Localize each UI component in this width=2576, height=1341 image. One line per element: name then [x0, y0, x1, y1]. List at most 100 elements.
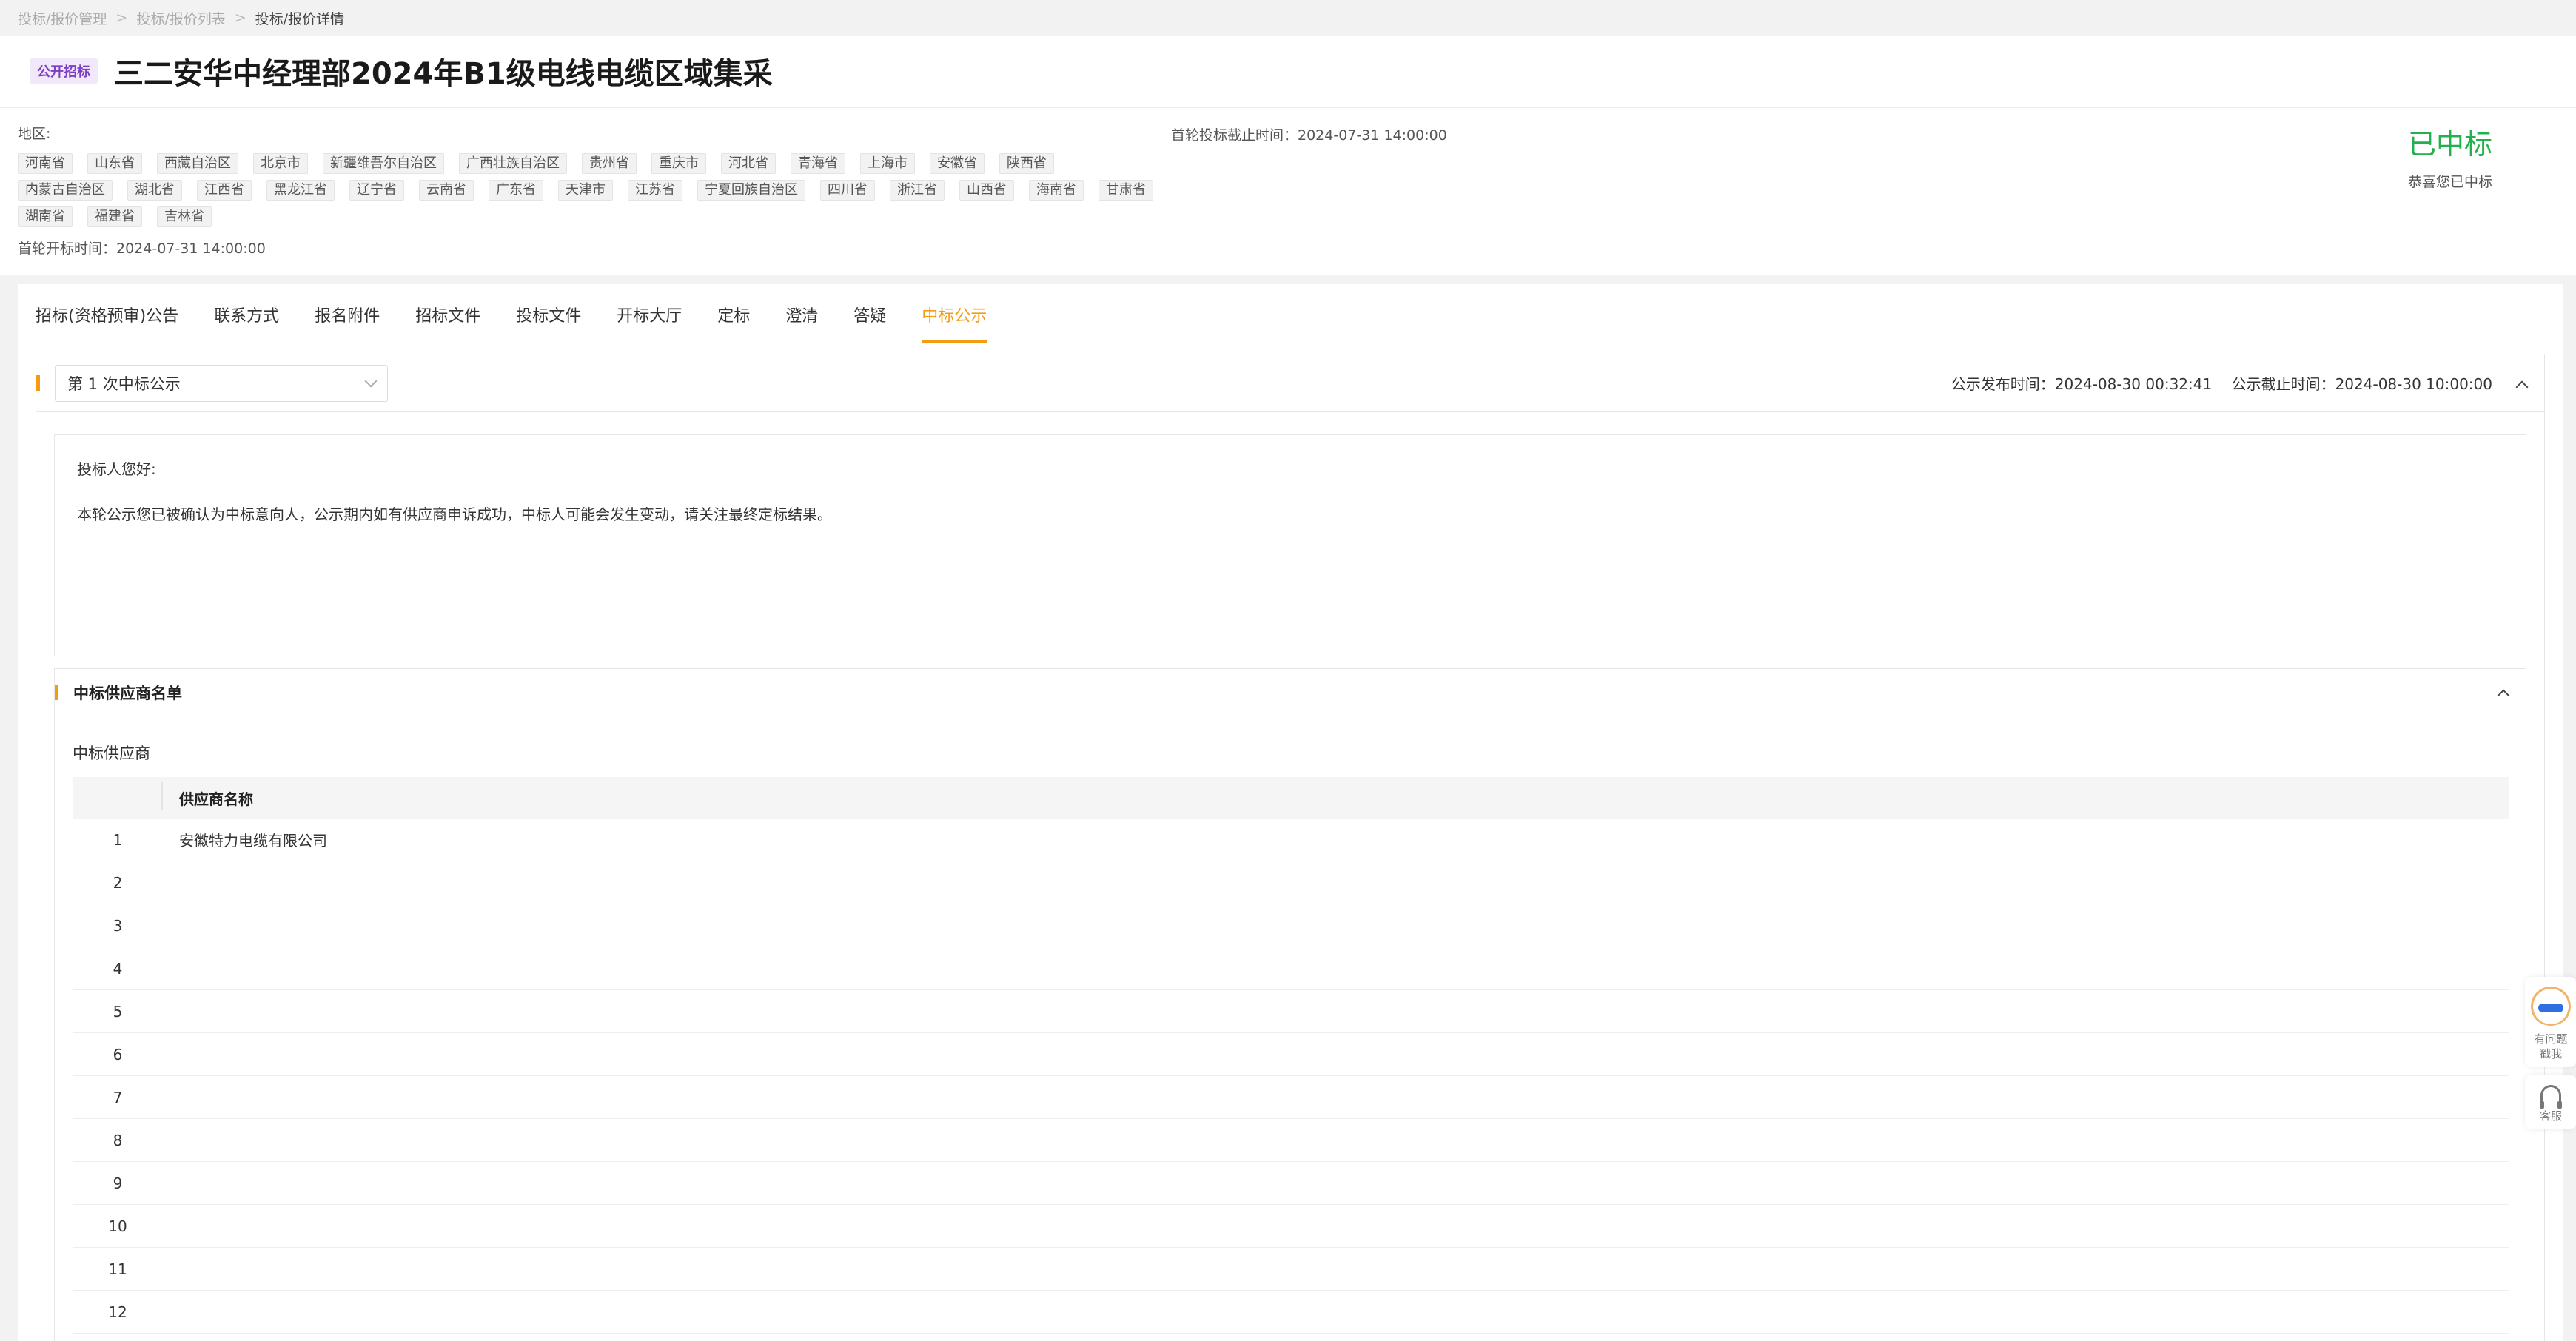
open-time: 首轮开标时间：2024-07-31 14:00:00 — [18, 241, 266, 257]
table-row: 7 — [73, 1076, 2509, 1119]
headset-icon — [2540, 1085, 2562, 1109]
tab-bar: 招标(资格预审)公告 联系方式 报名附件 招标文件 投标文件 开标大厅 定标 澄清 答疑 中标公示 — [18, 284, 2563, 343]
row-index: 10 — [108, 1217, 127, 1235]
breadcrumb-separator: > — [115, 10, 128, 26]
table-row: 1 安徽特力电缆有限公司 — [73, 819, 2509, 861]
notice-round-select[interactable]: 第 1 次中标公示 — [55, 364, 388, 402]
supplier-table: 供应商名称 1 安徽特力电缆有限公司 2 3 4 5 6 7 8 9 10 11 12 — [73, 777, 2509, 1334]
tab-3[interactable]: 招标文件 — [415, 303, 480, 343]
region-tag: 北京市 — [253, 153, 308, 174]
collapse-supplier-button[interactable] — [2497, 687, 2510, 702]
region-tag: 山东省 — [87, 153, 142, 174]
status-subtext: 恭喜您已中标 — [2407, 174, 2492, 190]
region-tag: 河北省 — [721, 153, 776, 174]
tab-4[interactable]: 投标文件 — [516, 303, 581, 343]
breadcrumb-item-manage[interactable]: 投标/报价管理 — [18, 8, 107, 28]
tab-8[interactable]: 答疑 — [853, 303, 886, 343]
region-tag: 青海省 — [791, 153, 845, 174]
bid-type-badge: 公开招标 — [30, 58, 98, 84]
notice-message: 投标人您好: 本轮公示您已被确认为中标意向人，公示期内如有供应商申诉成功，中标人… — [54, 434, 2526, 656]
region-tag: 宁夏回族自治区 — [697, 180, 805, 201]
region-tag: 上海市 — [860, 153, 915, 174]
award-notice-panel: 第 1 次中标公示 公示发布时间：2024-08-30 00:32:41 公示截… — [36, 354, 2545, 1341]
accent-bar — [55, 685, 58, 700]
row-index: 12 — [108, 1303, 127, 1321]
region-tag: 浙江省 — [890, 180, 945, 201]
region-tag: 新疆维吾尔自治区 — [323, 153, 444, 174]
bid-deadline: 首轮投标截止时间：2024-07-31 14:00:00 — [1171, 127, 1447, 144]
select-value: 第 1 次中标公示 — [67, 374, 181, 393]
table-row: 2 — [73, 861, 2509, 904]
feedback-widget[interactable]: 有问题 戳我 — [2525, 977, 2576, 1067]
project-info: 地区: 河南省 山东省 西藏自治区 北京市 新疆维吾尔自治区 广西壮族自治区 贵州省 重庆市河… — [0, 108, 2576, 275]
row-index: 8 — [113, 1131, 123, 1149]
region-tags: 河南省 山东省 西藏自治区 北京市 新疆维吾尔自治区 广西壮族自治区 贵州省 重庆市 河北省 青海… — [18, 153, 1158, 227]
region-tag: 安徽省 — [930, 153, 985, 174]
message-body: 本轮公示您已被确认为中标意向人，公示期内如有供应商申诉成功，中标人可能会发生变动… — [77, 505, 832, 523]
service-widget[interactable]: 客服 — [2525, 1075, 2576, 1129]
page-title: 三二安华中经理部2024年B1级电线电缆区域集采 — [114, 57, 773, 91]
breadcrumb-item-list[interactable]: 投标/报价列表 — [136, 8, 225, 28]
row-index: 4 — [113, 959, 123, 978]
table-body: 1 安徽特力电缆有限公司 2 3 4 5 6 7 8 9 10 11 12 — [73, 819, 2509, 1334]
region-tag: 江苏省 — [628, 180, 682, 201]
supplier-title: 中标供应商名单 — [73, 684, 182, 702]
table-row: 3 — [73, 904, 2509, 947]
supplier-panel: 中标供应商名单 中标供应商 供应商名称 1 安徽特力电缆有限公司 2 3 4 5 6 7 8 9 1… — [54, 668, 2526, 1341]
row-index: 1 — [113, 830, 123, 849]
breadcrumb-separator: > — [234, 10, 246, 26]
table-row: 4 — [73, 947, 2509, 990]
tab-1[interactable]: 联系方式 — [214, 303, 279, 343]
message-greeting: 投标人您好: — [77, 460, 156, 478]
region-tag: 福建省 — [87, 206, 142, 227]
service-label: 客服 — [2539, 1109, 2562, 1123]
row-index: 11 — [108, 1260, 127, 1278]
publish-times: 公示发布时间：2024-08-30 00:32:41 公示截止时间：2024-0… — [1936, 372, 2492, 394]
region-tag: 辽宁省 — [349, 180, 404, 201]
table-row: 9 — [73, 1162, 2509, 1205]
region-tag: 湖南省 — [18, 206, 73, 227]
tab-6[interactable]: 定标 — [717, 303, 750, 343]
header-index — [73, 782, 163, 810]
table-row: 8 — [73, 1119, 2509, 1162]
main-panel: 招标(资格预审)公告 联系方式 报名附件 招标文件 投标文件 开标大厅 定标 澄清 答疑 中标公示… — [18, 284, 2563, 1341]
breadcrumb: 投标/报价管理 > 投标/报价列表 > 投标/报价详情 — [0, 0, 2576, 36]
row-index: 9 — [113, 1174, 123, 1192]
table-row: 12 — [73, 1291, 2509, 1334]
table-row: 10 — [73, 1205, 2509, 1248]
region-tag: 海南省 — [1029, 180, 1084, 201]
table-row: 11 — [73, 1248, 2509, 1291]
region-tag: 内蒙古自治区 — [18, 180, 113, 201]
region-tag: 贵州省 — [582, 153, 637, 174]
table-row: 6 — [73, 1033, 2509, 1076]
float-toolbar: 有问题 戳我 客服 — [2520, 977, 2576, 1137]
row-index: 6 — [113, 1045, 123, 1063]
region-tag: 西藏自治区 — [157, 153, 238, 174]
region-tag: 黑龙江省 — [266, 180, 335, 201]
region-tag: 山西省 — [959, 180, 1014, 201]
region-tag: 甘肃省 — [1099, 180, 1153, 201]
page-header: 公开招标 三二安华中经理部2024年B1级电线电缆区域集采 — [0, 36, 2576, 108]
supplier-subtitle: 中标供应商 — [73, 745, 150, 762]
accent-bar — [36, 374, 40, 391]
row-index: 2 — [113, 873, 123, 892]
table-header: 供应商名称 — [73, 777, 2509, 819]
feedback-label: 有问题 戳我 — [2534, 1032, 2568, 1061]
region-tag: 重庆市 — [651, 153, 706, 174]
end-time: 公示截止时间：2024-08-30 10:00:00 — [2231, 375, 2492, 393]
table-row: 5 — [73, 990, 2509, 1033]
tab-7[interactable]: 澄清 — [785, 303, 818, 343]
region-tag: 江西省 — [197, 180, 252, 201]
tab-9[interactable]: 中标公示 — [922, 303, 987, 343]
bid-status: 已中标 恭喜您已中标 — [2369, 121, 2532, 191]
tab-0[interactable]: 招标(资格预审)公告 — [36, 303, 178, 343]
row-index: 7 — [113, 1088, 123, 1106]
region-tag: 陕西省 — [999, 153, 1054, 174]
collapse-notice-button[interactable] — [2515, 378, 2529, 394]
breadcrumb-current: 投标/报价详情 — [255, 10, 345, 27]
chevron-up-icon — [2497, 689, 2510, 702]
row-index: 5 — [113, 1002, 123, 1021]
tab-5[interactable]: 开标大厅 — [617, 303, 682, 343]
supplier-header: 中标供应商名单 — [55, 669, 2526, 716]
tab-2[interactable]: 报名附件 — [315, 303, 380, 343]
